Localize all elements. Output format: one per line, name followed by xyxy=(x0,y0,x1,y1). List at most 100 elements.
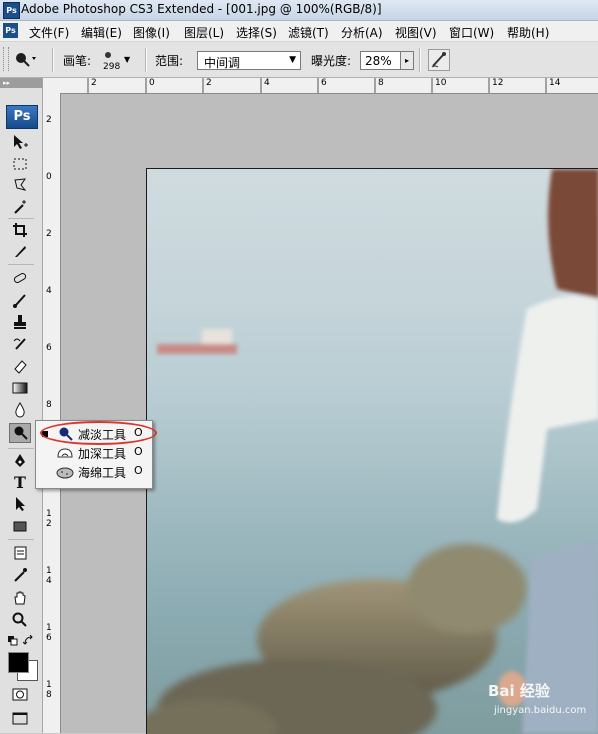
marquee-icon xyxy=(13,158,27,170)
airbrush-toggle[interactable] xyxy=(428,49,450,71)
lasso-tool[interactable] xyxy=(9,175,31,195)
notes-tool[interactable] xyxy=(9,543,31,563)
swap-colors-button[interactable] xyxy=(22,634,36,648)
range-select[interactable]: 中间调 ▼ xyxy=(197,51,301,70)
eyedropper-tool[interactable] xyxy=(9,565,31,585)
marquee-tool[interactable] xyxy=(9,154,31,174)
chevron-down-icon: ▼ xyxy=(289,55,296,65)
gradient-tool[interactable] xyxy=(9,378,31,398)
foreground-color-swatch[interactable] xyxy=(8,652,29,673)
airbrush-icon xyxy=(431,52,446,68)
brush-size: 298 xyxy=(103,62,121,72)
ruler-label: 1 xyxy=(46,566,52,576)
menu-edit[interactable]: 编辑(E) xyxy=(81,24,122,41)
options-grip[interactable] xyxy=(3,47,9,71)
flyout-item-label: 海绵工具 xyxy=(78,466,127,480)
separator xyxy=(8,218,34,219)
healing-brush-tool[interactable] xyxy=(9,268,31,288)
range-value: 中间调 xyxy=(204,56,241,70)
ruler-label: 4 xyxy=(264,78,270,88)
swap-colors-icon xyxy=(23,635,33,645)
menu-select[interactable]: 选择(S) xyxy=(236,24,277,41)
ruler-label: 2 xyxy=(46,229,52,239)
ruler-label: 0 xyxy=(149,78,155,88)
watermark-url: jingyan.baidu.com xyxy=(494,705,587,716)
clone-stamp-tool[interactable] xyxy=(9,312,31,332)
hand-tool[interactable] xyxy=(9,588,31,608)
eraser-tool[interactable] xyxy=(9,356,31,376)
ruler-label: 1 xyxy=(46,680,52,690)
dodge-icon xyxy=(14,426,28,440)
ruler-label: 4 xyxy=(46,286,52,296)
menu-view[interactable]: 视图(V) xyxy=(395,24,437,41)
menu-bar: Ps 文件(F) 编辑(E) 图像(I) 图层(L) 选择(S) 滤镜(T) 分… xyxy=(0,21,598,42)
toolbox-collapse-button[interactable]: ▸▸ xyxy=(0,78,42,88)
brush-dropdown-arrow-icon[interactable]: ▼ xyxy=(124,55,130,64)
dodge-tool[interactable] xyxy=(9,423,31,443)
horizontal-ruler[interactable]: 2 0 2 4 6 8 10 12 14 xyxy=(43,78,598,94)
blur-drop-icon xyxy=(15,402,25,418)
default-colors-button[interactable] xyxy=(6,634,20,648)
ps-logo[interactable]: Ps xyxy=(6,105,38,129)
ruler-label: 2 xyxy=(206,78,212,88)
default-colors-icon xyxy=(8,636,18,646)
flyout-item-burn[interactable]: 加深工具 O xyxy=(36,443,152,462)
ruler-label: 6 xyxy=(46,343,52,353)
exposure-slider-button[interactable]: ▸ xyxy=(400,51,414,70)
separator xyxy=(8,448,34,449)
path-selection-tool[interactable] xyxy=(9,494,31,514)
blur-tool[interactable] xyxy=(9,400,31,420)
range-label: 范围: xyxy=(155,54,184,68)
document-canvas[interactable] xyxy=(146,168,598,734)
stamp-icon xyxy=(14,315,26,329)
slice-icon xyxy=(15,246,26,257)
tool-preset-picker[interactable] xyxy=(11,49,37,69)
sponge-icon xyxy=(56,463,74,480)
screen-mode-button[interactable] xyxy=(9,708,31,728)
ruler-label: 6 xyxy=(46,633,52,643)
crop-tool[interactable] xyxy=(9,220,31,240)
ruler-label: 2 xyxy=(46,115,52,125)
ruler-label: 1 xyxy=(46,509,52,519)
notes-icon xyxy=(14,546,27,560)
history-brush-tool[interactable] xyxy=(9,334,31,354)
annotation-highlight-ellipse xyxy=(40,421,157,445)
exposure-label: 曝光度: xyxy=(311,54,352,68)
window-title: Adobe Photoshop CS3 Extended - [001.jpg … xyxy=(21,2,382,16)
move-icon xyxy=(14,135,28,149)
brush-dot-icon xyxy=(105,52,111,58)
flyout-item-sponge[interactable]: 海绵工具 O xyxy=(36,462,152,481)
pen-icon xyxy=(15,454,25,467)
menu-analysis[interactable]: 分析(A) xyxy=(341,24,383,41)
menu-window[interactable]: 窗口(W) xyxy=(449,24,494,41)
move-tool[interactable] xyxy=(9,132,31,152)
menu-help[interactable]: 帮助(H) xyxy=(507,24,549,41)
ruler-label: 8 xyxy=(378,78,384,88)
slice-tool[interactable] xyxy=(9,241,31,261)
lasso-icon xyxy=(14,178,27,191)
crop-icon xyxy=(13,223,27,237)
menu-layer[interactable]: 图层(L) xyxy=(184,24,224,41)
ruler-label: 8 xyxy=(46,690,52,700)
pen-tool[interactable] xyxy=(9,451,31,471)
brush-icon xyxy=(13,294,26,308)
ruler-label: 14 xyxy=(549,78,561,88)
eyedropper-icon xyxy=(14,568,27,582)
vertical-ruler[interactable]: 2 0 2 4 6 8 1 2 1 4 1 6 1 8 xyxy=(43,93,61,733)
shape-tool[interactable] xyxy=(9,516,31,536)
healing-brush-icon xyxy=(13,273,27,283)
zoom-tool[interactable] xyxy=(9,610,31,630)
exposure-input[interactable]: 28% xyxy=(360,51,404,70)
quick-mask-button[interactable] xyxy=(9,684,31,704)
menu-filter[interactable]: 滤镜(T) xyxy=(288,24,329,41)
app-menu-icon[interactable]: Ps xyxy=(3,23,18,38)
menu-image[interactable]: 图像(I) xyxy=(133,24,170,41)
toolbox: ▸▸ Ps T xyxy=(0,78,43,733)
brush-tool[interactable] xyxy=(9,290,31,310)
magic-wand-tool[interactable] xyxy=(9,197,31,217)
options-bar: 画笔: 298 ▼ 范围: 中间调 ▼ 曝光度: 28% ▸ xyxy=(0,42,598,78)
type-tool[interactable]: T xyxy=(9,472,31,492)
app-icon: Ps xyxy=(3,2,20,19)
menu-file[interactable]: 文件(F) xyxy=(29,24,69,41)
eraser-icon xyxy=(14,360,27,374)
